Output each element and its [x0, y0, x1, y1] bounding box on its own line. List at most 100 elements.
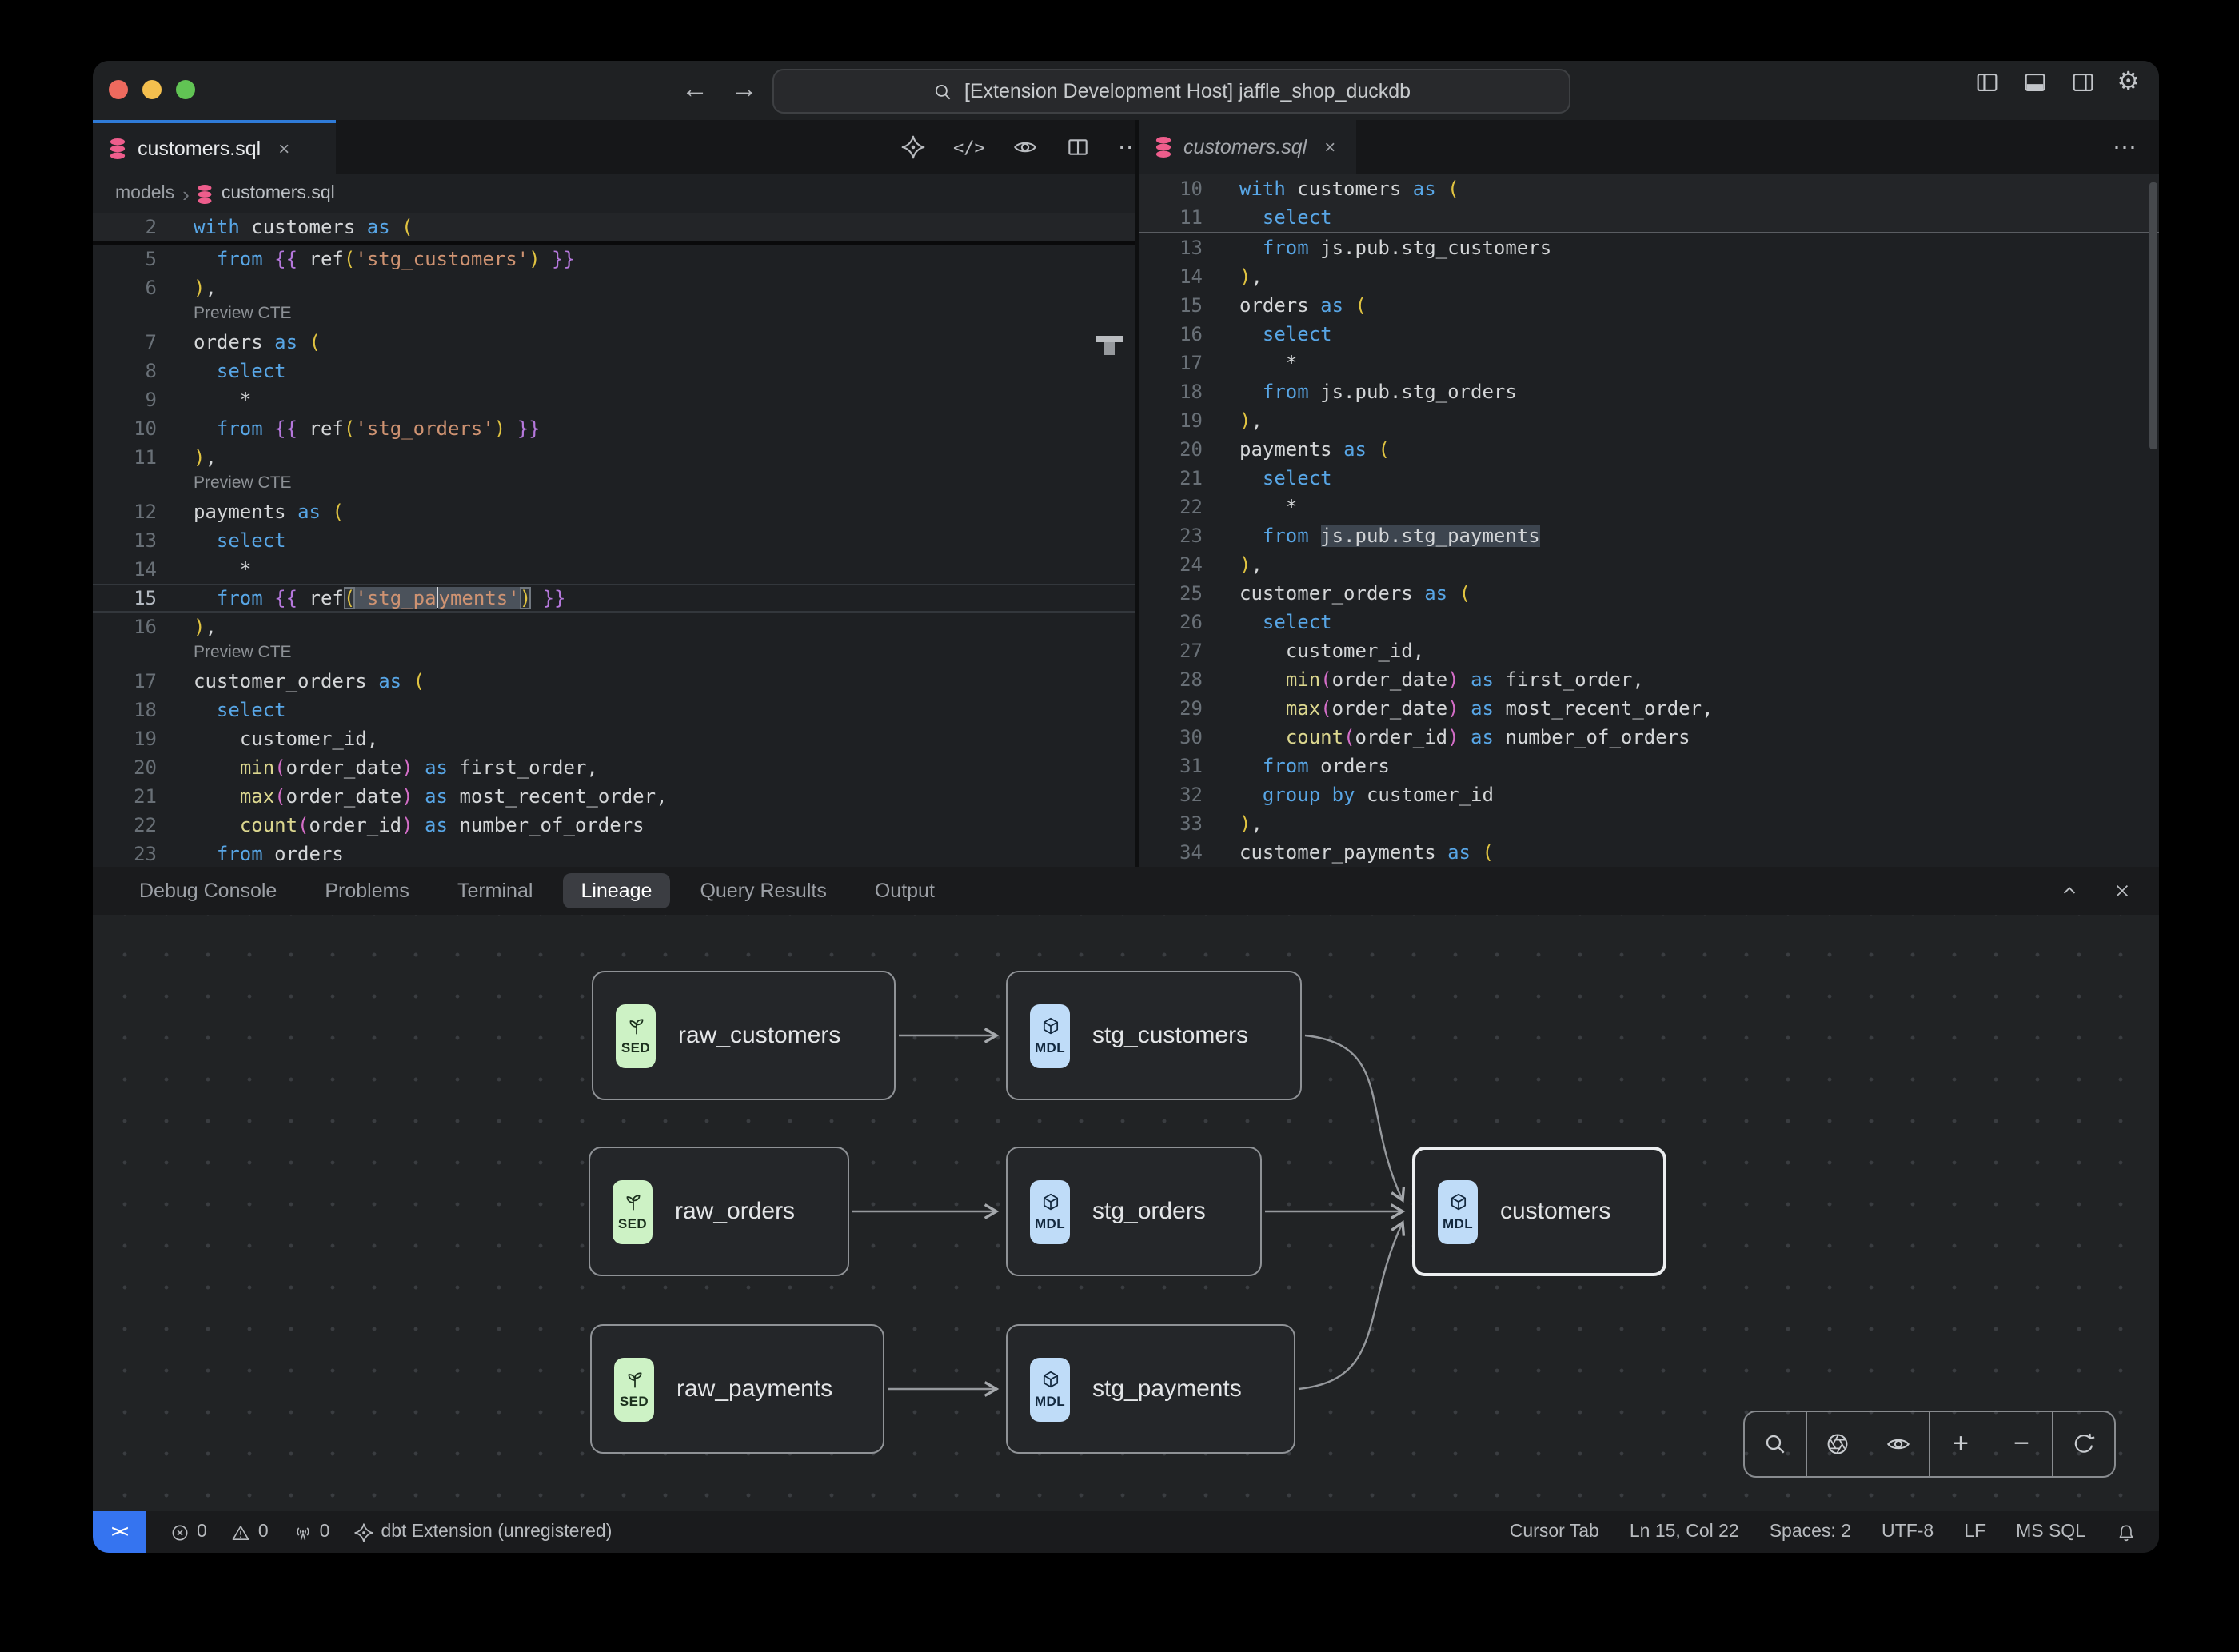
code-line[interactable]: 27 customer_id,: [1139, 636, 2159, 665]
code-line[interactable]: 22 count(order_id) as number_of_orders: [93, 811, 1135, 840]
code-line[interactable]: 28 min(order_date) as first_order,: [1139, 665, 2159, 694]
code-line[interactable]: 8 select: [93, 357, 1135, 385]
refresh-button[interactable]: [2053, 1414, 2114, 1474]
status-cursor-tab[interactable]: Cursor Tab: [1510, 1522, 1599, 1542]
code-line[interactable]: 23 from js.pub.stg_payments: [1139, 521, 2159, 550]
search-button[interactable]: [1745, 1414, 1806, 1474]
code-line[interactable]: 21 select: [1139, 464, 2159, 493]
eye-button[interactable]: [1868, 1414, 1929, 1474]
status-lf[interactable]: LF: [1964, 1522, 1986, 1542]
code-line[interactable]: 16),: [93, 613, 1135, 641]
bell-icon[interactable]: [2116, 1522, 2137, 1542]
code-line[interactable]: 2with customers as (: [93, 213, 1135, 241]
scrollbar-cursor-marker[interactable]: [1096, 336, 1123, 341]
breadcrumb-folder[interactable]: models: [115, 184, 174, 203]
code-line[interactable]: 31 from orders: [1139, 752, 2159, 780]
code-line[interactable]: 14),: [1139, 262, 2159, 291]
code-line[interactable]: 11 select: [1139, 203, 2159, 232]
code-line[interactable]: 29 max(order_date) as most_recent_order,: [1139, 694, 2159, 723]
toggle-panel-icon[interactable]: [2021, 69, 2048, 96]
code-line[interactable]: 22 *: [1139, 493, 2159, 521]
toggle-sidebar-right-icon[interactable]: [2069, 69, 2096, 96]
status-spaces-2[interactable]: Spaces: 2: [1770, 1522, 1851, 1542]
lineage-node-stg_customers[interactable]: MDLstg_customers: [1006, 971, 1302, 1100]
split-editor-icon[interactable]: [1065, 134, 1091, 160]
toggle-sidebar-left-icon[interactable]: [1973, 69, 2000, 96]
command-center-search[interactable]: [Extension Development Host] jaffle_shop…: [772, 69, 1570, 114]
lineage-canvas[interactable]: +− SEDraw_customers MDLstg_customers SEDra…: [93, 915, 2159, 1511]
lineage-node-raw_customers[interactable]: SEDraw_customers: [592, 971, 896, 1100]
panel-tab-debug-console[interactable]: Debug Console: [122, 873, 294, 908]
close-window-button[interactable]: [109, 80, 128, 99]
status-ms-sql[interactable]: MS SQL: [2016, 1522, 2085, 1542]
editor-right[interactable]: 10with customers as (11 select 13 from j…: [1139, 174, 2159, 867]
code-line[interactable]: 12payments as (: [93, 497, 1135, 526]
code-line[interactable]: 9 *: [93, 385, 1135, 414]
code-line[interactable]: 6),: [93, 273, 1135, 302]
code-line[interactable]: 24),: [1139, 550, 2159, 579]
code-line[interactable]: 13 from js.pub.stg_customers: [1139, 233, 2159, 262]
code-line[interactable]: 15orders as (: [1139, 291, 2159, 320]
codelens-preview-cte[interactable]: Preview CTE: [93, 302, 1135, 328]
code-line[interactable]: 17 *: [1139, 349, 2159, 377]
compile-code-icon[interactable]: </>: [953, 137, 985, 158]
code-line[interactable]: 34customer_payments as (: [1139, 838, 2159, 867]
code-line[interactable]: 13 select: [93, 526, 1135, 555]
code-line[interactable]: 19 customer_id,: [93, 724, 1135, 753]
code-line[interactable]: 19),: [1139, 406, 2159, 435]
code-line[interactable]: 30 count(order_id) as number_of_orders: [1139, 723, 2159, 752]
tab-customers-sql-right[interactable]: customers.sql ×: [1139, 120, 1356, 174]
lineage-node-stg_payments[interactable]: MDLstg_payments: [1006, 1324, 1295, 1454]
lineage-node-raw_orders[interactable]: SEDraw_orders: [589, 1147, 849, 1276]
zoom-out-button[interactable]: −: [1991, 1414, 2052, 1474]
panel-tab-lineage[interactable]: Lineage: [563, 873, 669, 908]
zoom-window-button[interactable]: [176, 80, 195, 99]
editor-left[interactable]: models › customers.sql 2with customers a…: [93, 174, 1135, 867]
back-icon[interactable]: ←: [681, 69, 708, 110]
more-actions-icon[interactable]: ⋯: [2113, 133, 2137, 162]
zoom-in-button[interactable]: +: [1930, 1414, 1991, 1474]
close-tab-icon[interactable]: ×: [1324, 136, 1335, 158]
maximize-panel-icon[interactable]: [2058, 880, 2081, 902]
codelens-preview-cte[interactable]: Preview CTE: [93, 472, 1135, 497]
preview-eye-icon[interactable]: [1012, 134, 1038, 160]
tab-customers-sql-left[interactable]: customers.sql ×: [93, 120, 336, 174]
code-line[interactable]: 7orders as (: [93, 328, 1135, 357]
lineage-node-stg_orders[interactable]: MDLstg_orders: [1006, 1147, 1262, 1276]
code-line[interactable]: 14 *: [93, 555, 1135, 584]
forward-icon[interactable]: →: [731, 69, 758, 110]
code-line[interactable]: 16 select: [1139, 320, 2159, 349]
status-ports[interactable]: 0: [293, 1522, 330, 1542]
gear-icon[interactable]: ⚙: [2117, 69, 2140, 96]
code-line[interactable]: 32 group by customer_id: [1139, 780, 2159, 809]
code-line[interactable]: 15 from {{ ref('stg_payments') }}: [93, 584, 1135, 613]
code-line[interactable]: 25customer_orders as (: [1139, 579, 2159, 608]
status-error[interactable]: 0: [170, 1522, 207, 1542]
status-dbt[interactable]: dbt Extension (unregistered): [353, 1522, 612, 1542]
code-line[interactable]: 26 select: [1139, 608, 2159, 636]
minimize-window-button[interactable]: [142, 80, 162, 99]
panel-tab-terminal[interactable]: Terminal: [440, 873, 551, 908]
scrollbar-thumb[interactable]: [2149, 182, 2157, 449]
code-line[interactable]: 11),: [93, 443, 1135, 472]
panel-tab-output[interactable]: Output: [857, 873, 952, 908]
code-line[interactable]: 10 from {{ ref('stg_orders') }}: [93, 414, 1135, 443]
panel-tab-problems[interactable]: Problems: [307, 873, 427, 908]
remote-indicator[interactable]: ><: [93, 1511, 146, 1553]
code-line[interactable]: 33),: [1139, 809, 2159, 838]
status-utf-8[interactable]: UTF-8: [1882, 1522, 1934, 1542]
lineage-node-raw_payments[interactable]: SEDraw_payments: [590, 1324, 884, 1454]
code-line[interactable]: 20payments as (: [1139, 435, 2159, 464]
codelens-preview-cte[interactable]: Preview CTE: [93, 641, 1135, 667]
aperture-button[interactable]: [1807, 1414, 1868, 1474]
status-warning[interactable]: 0: [231, 1522, 269, 1542]
status-ln-15-col-22[interactable]: Ln 15, Col 22: [1630, 1522, 1739, 1542]
code-line[interactable]: 18 from js.pub.stg_orders: [1139, 377, 2159, 406]
dbt-run-icon[interactable]: [900, 134, 926, 160]
code-line[interactable]: 20 min(order_date) as first_order,: [93, 753, 1135, 782]
panel-tab-query-results[interactable]: Query Results: [682, 873, 844, 908]
code-line[interactable]: 10with customers as (: [1139, 174, 2159, 203]
code-line[interactable]: 21 max(order_date) as most_recent_order,: [93, 782, 1135, 811]
lineage-node-customers[interactable]: MDLcustomers: [1412, 1147, 1666, 1276]
close-tab-icon[interactable]: ×: [278, 138, 289, 160]
